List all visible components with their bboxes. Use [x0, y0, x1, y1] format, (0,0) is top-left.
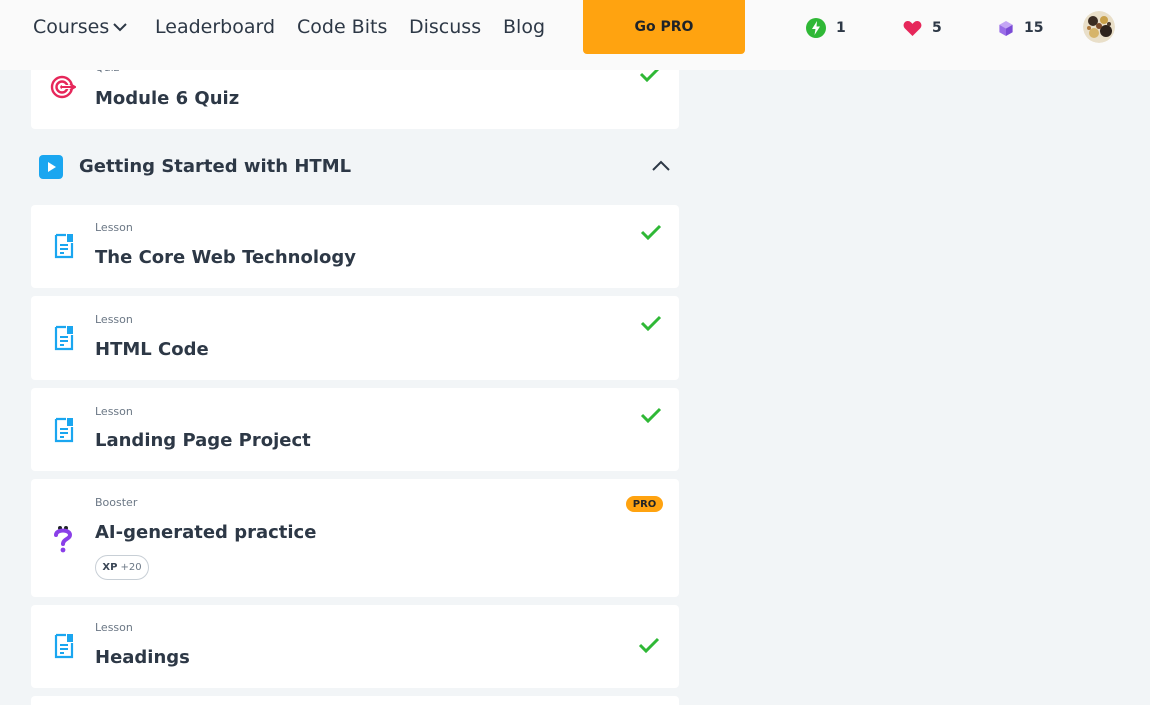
cube-icon [999, 20, 1013, 36]
bits-counter[interactable]: 15 [998, 17, 1043, 39]
card-title: Module 6 Quiz [95, 88, 240, 109]
hearts-counter[interactable]: 5 [903, 17, 942, 39]
hearts-count: 5 [932, 20, 942, 36]
pro-badge: PRO [626, 496, 663, 512]
booster-card[interactable]: Booster AI-generated practice PRO XP +20 [31, 479, 679, 597]
chevron-down-icon[interactable] [112, 20, 128, 34]
check-icon [640, 224, 662, 240]
top-nav: Courses Leaderboard Code Bits Discuss Bl… [0, 0, 1150, 70]
lesson-card[interactable]: Lesson Headings [31, 605, 679, 688]
card-type-label: Lesson [95, 221, 133, 234]
nav-code-bits[interactable]: Code Bits [297, 15, 387, 39]
card-title: HTML Code [95, 339, 209, 360]
chevron-up-icon[interactable] [651, 159, 671, 173]
document-icon [54, 325, 74, 351]
card-title: Landing Page Project [95, 430, 311, 451]
document-icon [54, 233, 74, 259]
section-header[interactable]: Getting Started with HTML [39, 155, 679, 181]
heart-icon [903, 20, 922, 36]
avatar-image [1083, 11, 1115, 43]
card-title: AI-generated practice [95, 522, 317, 543]
play-icon [39, 155, 63, 179]
xp-badge: XP +20 [95, 555, 149, 580]
xp-label: XP [102, 562, 118, 573]
lesson-card-partial[interactable] [31, 696, 679, 705]
avatar[interactable] [1083, 11, 1115, 43]
check-icon [640, 315, 662, 331]
card-type-label: Lesson [95, 313, 133, 326]
streak-count: 1 [836, 20, 846, 36]
card-title: The Core Web Technology [95, 247, 356, 268]
check-icon [640, 407, 662, 423]
section-title: Getting Started with HTML [79, 156, 352, 177]
nav-discuss[interactable]: Discuss [409, 15, 481, 39]
document-icon [54, 633, 74, 659]
card-type-label: Lesson [95, 621, 133, 634]
streak-counter[interactable]: 1 [806, 17, 846, 39]
lesson-card[interactable]: Lesson The Core Web Technology [31, 205, 679, 288]
lightning-icon [806, 18, 826, 38]
question-icon [54, 526, 73, 553]
xp-value: +20 [120, 562, 142, 573]
document-icon [54, 417, 74, 443]
lesson-card[interactable]: Lesson HTML Code [31, 296, 679, 380]
card-type-label: Lesson [95, 405, 133, 418]
card-type-label: Booster [95, 496, 138, 509]
nav-courses[interactable]: Courses [33, 15, 109, 39]
nav-leaderboard[interactable]: Leaderboard [155, 15, 275, 39]
go-pro-button[interactable]: Go PRO [583, 0, 745, 54]
card-title: Headings [95, 647, 190, 668]
check-icon [638, 637, 660, 653]
lesson-card[interactable]: Lesson Landing Page Project [31, 388, 679, 471]
nav-blog[interactable]: Blog [503, 15, 545, 39]
bits-count: 15 [1024, 20, 1044, 36]
target-icon [50, 75, 76, 99]
